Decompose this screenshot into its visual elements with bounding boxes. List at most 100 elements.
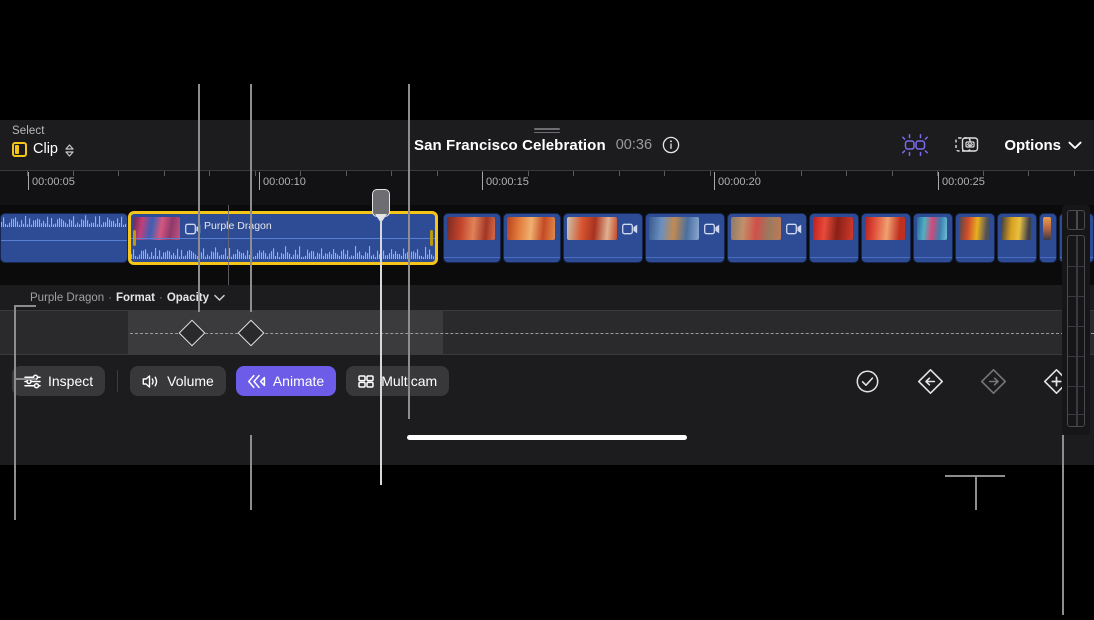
grid-icon <box>358 374 374 389</box>
timeline-clip[interactable] <box>997 213 1037 263</box>
ruler-tick <box>573 171 574 176</box>
elbow-kf-lane <box>14 378 36 380</box>
rail-top-handle[interactable] <box>1067 210 1085 230</box>
toolbar-button-multicam[interactable]: Multicam <box>346 366 449 396</box>
clip-thumbnail <box>1001 217 1031 240</box>
toolbar-divider <box>117 370 118 392</box>
elbow-kf-title <box>14 305 36 307</box>
playhead-handle[interactable] <box>372 189 390 217</box>
clip-thumbnail <box>447 217 495 240</box>
clip-thumbnail <box>507 217 555 240</box>
editor-toolbar: Inspect Volume Animate Multicam <box>0 355 1094 430</box>
clip-name: Purple Dragon <box>204 220 272 232</box>
timeline-clip[interactable] <box>503 213 561 263</box>
keyframe-value-line <box>130 333 1094 334</box>
ruler-tick <box>437 171 438 176</box>
callout-bottom-animate <box>250 435 252 510</box>
trim-handle-left[interactable] <box>133 230 136 246</box>
rail-track[interactable] <box>1067 235 1085 427</box>
timeline-track[interactable]: Purple Dragon HappMP <box>0 205 1094 285</box>
previous-keyframe-button[interactable] <box>914 366 946 396</box>
ruler-tick <box>846 171 847 176</box>
screenshot-root: Select Clip San Francisco Celebration 00… <box>0 0 1094 620</box>
clip-thumbnail <box>1043 217 1051 240</box>
options-label: Options <box>1004 137 1061 154</box>
toolbar-button-inspect[interactable]: Inspect <box>12 366 105 396</box>
ruler-label: 00:00:10 <box>263 176 306 188</box>
toolbar-button-label: Inspect <box>48 373 93 389</box>
timeline-gridline <box>228 205 229 285</box>
keyframe-nav-bracket-stem <box>975 475 977 510</box>
ruler-label: 00:00:05 <box>32 176 75 188</box>
trim-handle-right[interactable] <box>430 230 433 246</box>
keyframe-clip-name: Purple Dragon <box>30 292 104 304</box>
timeline-clip[interactable] <box>1039 213 1057 263</box>
timeline-clip[interactable] <box>955 213 995 263</box>
playhead-line <box>380 220 382 485</box>
timeline-clip[interactable] <box>861 213 911 263</box>
transition-icon[interactable] <box>952 132 982 158</box>
video-camera-icon <box>500 222 501 240</box>
ruler-tick <box>346 171 347 176</box>
toolbar-button-label: Animate <box>273 373 324 389</box>
separator-1: · <box>108 292 112 304</box>
next-keyframe-button[interactable] <box>977 366 1009 396</box>
ruler-tick <box>801 171 802 176</box>
magic-enhance-icon[interactable] <box>900 132 930 158</box>
ruler-tick <box>1074 171 1075 176</box>
ruler-label: 00:00:25 <box>942 176 985 188</box>
clip-thumbnail <box>567 217 617 240</box>
chevrons-icon <box>248 374 266 389</box>
select-mode-control[interactable]: Select Clip <box>12 124 75 157</box>
timeline-clip[interactable]: M <box>645 213 725 263</box>
vertical-scroll-rail[interactable] <box>1062 205 1090 435</box>
ruler-tick <box>118 171 119 176</box>
diamond-right-arrow-icon <box>980 368 1007 395</box>
video-camera-icon <box>622 222 638 240</box>
info-circle-icon[interactable] <box>662 136 680 154</box>
select-value: Clip <box>33 141 58 157</box>
ruler-tick <box>255 171 256 176</box>
clip-thumbnail <box>731 217 781 240</box>
sort-chevrons-icon[interactable] <box>64 142 75 157</box>
ruler-tick <box>164 171 165 176</box>
callout-bottom-left <box>14 305 16 520</box>
check-circle-icon <box>855 369 880 394</box>
timeline-clip[interactable]: P <box>727 213 807 263</box>
ruler-tick <box>892 171 893 176</box>
clip-thumbnail <box>917 217 947 240</box>
header-actions: Options <box>900 120 1082 170</box>
options-button[interactable]: Options <box>1004 137 1082 154</box>
toolbar-button-animate[interactable]: Animate <box>236 366 336 396</box>
confirm-keyframe-button[interactable] <box>851 366 883 396</box>
speaker-icon <box>142 374 160 389</box>
editor-header: Select Clip San Francisco Celebration 00… <box>0 120 1094 170</box>
document-duration: 00:36 <box>616 137 652 153</box>
keyframe-parameter-selector[interactable]: Purple Dragon · Format · Opacity <box>30 292 225 304</box>
callout-top-1 <box>198 84 200 312</box>
clip-thumbnail <box>649 217 699 240</box>
ruler-tick <box>209 171 210 176</box>
timeline-clip[interactable]: Happ <box>563 213 643 263</box>
select-label: Select <box>12 124 75 138</box>
clip-thumbnail <box>134 217 180 240</box>
keyframe-lane[interactable] <box>0 310 1094 355</box>
audio-clip[interactable] <box>0 213 128 263</box>
keyframe-controls <box>851 366 1072 396</box>
video-camera-icon <box>704 222 720 240</box>
keyframe-category: Format <box>116 292 155 304</box>
separator-2: · <box>159 292 163 304</box>
ruler-tick <box>391 171 392 176</box>
timeline-clip[interactable] <box>809 213 859 263</box>
callout-bottom-add <box>1062 435 1064 615</box>
timeline-clip[interactable] <box>443 213 501 263</box>
timeline-ruler[interactable]: 00:00:0500:00:1000:00:1500:00:2000:00:25 <box>0 170 1094 205</box>
timeline-clip-selected[interactable]: Purple Dragon <box>128 211 438 265</box>
timeline-clip[interactable] <box>913 213 953 263</box>
keyframe-editor-header: Purple Dragon · Format · Opacity <box>0 285 1094 310</box>
video-editor-panel: Select Clip San Francisco Celebration 00… <box>0 120 1094 465</box>
chevron-down-icon[interactable] <box>214 294 225 302</box>
chevron-down-icon <box>1068 141 1082 150</box>
clip-mode-row[interactable]: Clip <box>12 141 75 157</box>
toolbar-button-volume[interactable]: Volume <box>130 366 226 396</box>
